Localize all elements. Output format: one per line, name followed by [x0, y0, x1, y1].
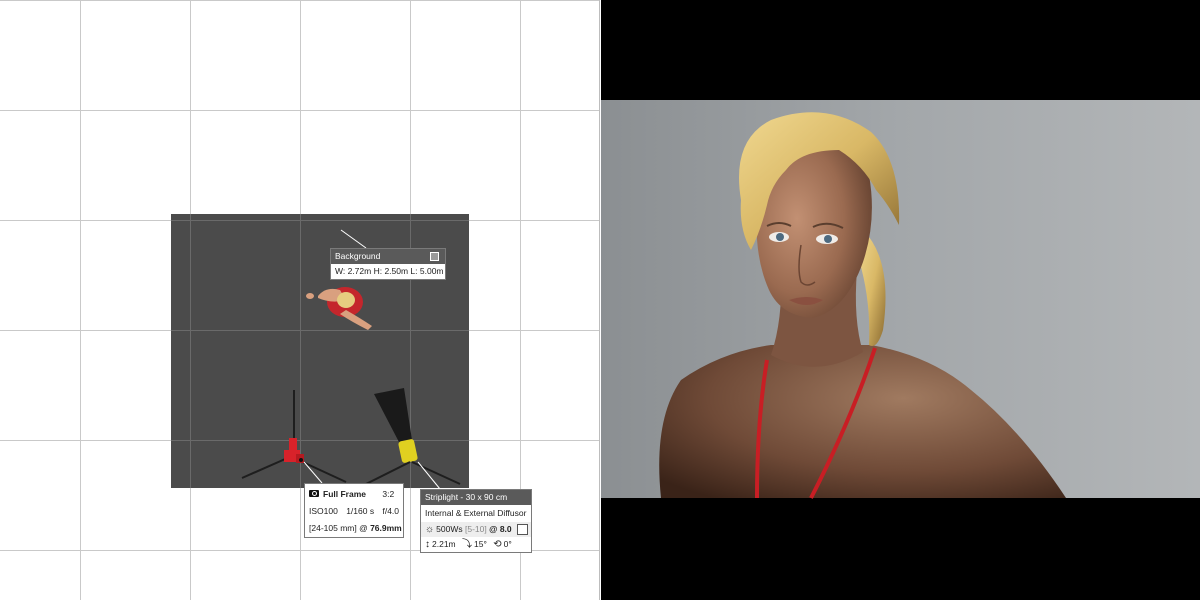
- camera-aperture[interactable]: f/4.0: [382, 506, 399, 516]
- striplight-enable-checkbox[interactable]: [517, 524, 529, 536]
- background-dimensions: W: 2.72m H: 2.50m L: 5.00m: [335, 266, 444, 276]
- striplight-title: Striplight - 30 x 90 cm: [421, 490, 531, 505]
- background-label[interactable]: Background W: 2.72m H: 2.50m L: 5.00m: [330, 248, 446, 280]
- background-title: Background: [335, 251, 381, 261]
- striplight-position-row: ↕ 2.21m ⤵ 15° ⟲ 0°: [421, 537, 531, 552]
- striplight-tilt[interactable]: 15°: [474, 539, 487, 549]
- striplight-power-row: ☼ 500Ws [5-10] @ 8.0: [421, 522, 531, 537]
- striplight-label[interactable]: Striplight - 30 x 90 cm Internal & Exter…: [420, 489, 532, 553]
- striplight-power: 500Ws: [436, 524, 463, 534]
- lighting-diagram-canvas[interactable]: Background W: 2.72m H: 2.50m L: 5.00m Fu…: [0, 0, 600, 600]
- render-image: [601, 0, 1200, 600]
- striplight-power-setting[interactable]: 8.0: [500, 524, 512, 534]
- camera-sensor-row: Full Frame 3:2: [305, 486, 403, 503]
- render-preview: [601, 0, 1200, 600]
- camera-focal-length[interactable]: 76.9mm: [370, 523, 402, 533]
- camera-aspect: 3:2: [382, 489, 395, 499]
- background-label-header: Background: [331, 249, 445, 264]
- background-color-swatch[interactable]: [430, 252, 439, 261]
- camera-exposure-row: ISO100 1/160 s f/4.0: [305, 503, 403, 520]
- striplight-power-at: @: [489, 524, 498, 534]
- camera-shutter[interactable]: 1/160 s: [346, 506, 374, 516]
- letterbox-top: [601, 0, 1200, 100]
- sun-icon: ☼: [425, 524, 435, 535]
- striplight-rotation[interactable]: 0°: [504, 539, 512, 549]
- height-icon: ↕: [425, 539, 430, 550]
- striplight-modifier[interactable]: Internal & External Diffusor: [421, 505, 531, 522]
- rotation-icon: ⟲: [493, 539, 502, 550]
- striplight-power-range: [5-10]: [465, 524, 487, 534]
- camera-sensor: Full Frame: [323, 489, 366, 499]
- camera-lens-range: [24-105 mm] @: [309, 523, 368, 533]
- letterbox-bottom: [601, 498, 1200, 600]
- camera-lens-row: [24-105 mm] @ 76.9mm: [305, 520, 403, 537]
- camera-label[interactable]: Full Frame 3:2 ISO100 1/160 s f/4.0 [24-…: [304, 483, 404, 538]
- striplight-height[interactable]: 2.21m: [432, 539, 456, 549]
- tilt-icon: ⤵: [462, 539, 472, 550]
- camera-iso[interactable]: ISO100: [309, 506, 338, 516]
- camera-icon: [309, 490, 319, 498]
